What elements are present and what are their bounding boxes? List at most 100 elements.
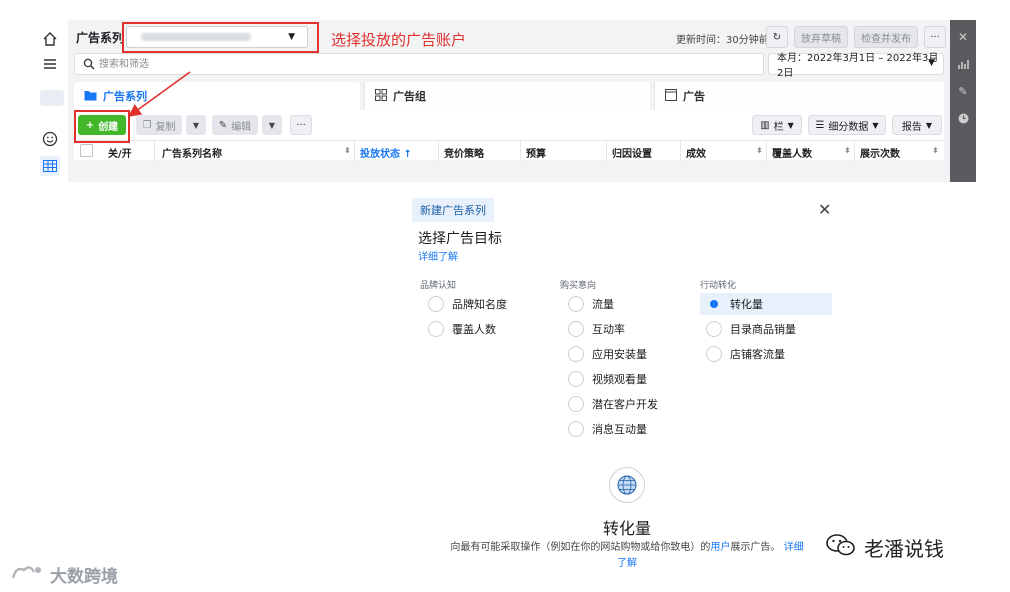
objective-store-traffic[interactable]: 店铺客流量 bbox=[700, 343, 832, 365]
column-divider bbox=[438, 141, 439, 161]
dialog-title: 选择广告目标 bbox=[418, 231, 502, 247]
dialog-tag: 新建广告系列 bbox=[412, 198, 494, 222]
create-button[interactable]: + 创建 bbox=[78, 115, 126, 135]
tab-adsets[interactable]: 广告组 bbox=[364, 82, 650, 110]
folder-icon bbox=[84, 89, 97, 104]
users-link[interactable]: 用户 bbox=[710, 542, 730, 553]
new-campaign-dialog: 新建广告系列 ✕ 选择广告目标 详细了解 品牌认知 购买意向 行动转化 品牌知名… bbox=[410, 195, 840, 575]
grid-icon bbox=[375, 88, 387, 104]
col-toggle[interactable]: 关/开 bbox=[108, 145, 132, 160]
refresh-button[interactable]: ↻ bbox=[766, 26, 788, 48]
radio-button[interactable] bbox=[568, 396, 584, 412]
col-results[interactable]: 成效 bbox=[686, 145, 706, 160]
columns-button[interactable]: ▥ 栏 ▼ bbox=[752, 115, 802, 135]
radio-button[interactable] bbox=[568, 346, 584, 362]
col-budget[interactable]: 预算 bbox=[526, 145, 546, 160]
objective-reach[interactable]: 覆盖人数 bbox=[422, 318, 550, 340]
tab-campaigns[interactable]: 广告系列 bbox=[74, 82, 360, 110]
edit-label: 编辑 bbox=[231, 121, 252, 133]
col-bid-strategy[interactable]: 竞价策略 bbox=[444, 145, 484, 160]
pencil-icon[interactable]: ✎ bbox=[957, 85, 969, 98]
option-label: 视频观看量 bbox=[592, 373, 647, 386]
discard-draft-button[interactable]: 放弃草稿 bbox=[794, 26, 848, 48]
col-attribution[interactable]: 归因设置 bbox=[612, 145, 652, 160]
radio-button[interactable] bbox=[568, 321, 584, 337]
copy-button[interactable]: ❐ 复制 bbox=[136, 115, 182, 135]
copy-dropdown-button[interactable]: ▼ bbox=[186, 115, 206, 135]
watermark-left: 大数跨境 bbox=[10, 562, 118, 587]
clock-icon[interactable] bbox=[957, 112, 969, 124]
radio-button[interactable] bbox=[568, 421, 584, 437]
blurred-avatar bbox=[40, 90, 64, 106]
objective-engagement[interactable]: 互动率 bbox=[562, 318, 690, 340]
wechat-icon bbox=[826, 533, 856, 562]
date-range-label: 本月：2022年3月1日 – 2022年3月2日 bbox=[777, 53, 939, 79]
objective-app-installs[interactable]: 应用安装量 bbox=[562, 343, 690, 365]
close-icon[interactable]: ✕ bbox=[818, 200, 831, 219]
objective-conversions[interactable]: 转化量 bbox=[700, 293, 832, 315]
edit-button[interactable]: ✎ 编辑 bbox=[212, 115, 258, 135]
table-icon[interactable] bbox=[40, 156, 60, 176]
radio-button[interactable] bbox=[706, 321, 722, 337]
breakdown-button[interactable]: ☰ 细分数据 ▼ bbox=[808, 115, 886, 135]
objective-lead-generation[interactable]: 潜在客户开发 bbox=[562, 393, 690, 415]
annotation-text: 选择投放的广告账户 bbox=[331, 31, 467, 49]
more-actions-button[interactable]: ··· bbox=[290, 115, 312, 135]
copy-icon: ❐ bbox=[142, 119, 152, 131]
bar-chart-icon[interactable] bbox=[957, 58, 969, 70]
col-campaign-name[interactable]: 广告系列名称 bbox=[162, 145, 222, 160]
objective-detail-description: 向最有可能采取操作（例如在你的网站购物或给你致电）的用户展示广告。 详细了解 bbox=[450, 540, 804, 572]
radio-button[interactable] bbox=[706, 346, 722, 362]
column-divider bbox=[766, 141, 767, 161]
search-bar[interactable] bbox=[74, 53, 764, 75]
account-select[interactable]: ▼ bbox=[126, 26, 308, 48]
radio-button-selected[interactable] bbox=[706, 296, 722, 312]
group-label-conversion: 行动转化 bbox=[700, 281, 737, 291]
more-button[interactable]: ··· bbox=[924, 26, 946, 48]
search-icon bbox=[83, 58, 95, 73]
caret-down-icon: ▼ bbox=[288, 32, 295, 42]
objective-catalog-sales[interactable]: 目录商品销量 bbox=[700, 318, 832, 340]
option-label: 转化量 bbox=[730, 298, 763, 311]
objective-brand-awareness[interactable]: 品牌知名度 bbox=[422, 293, 550, 315]
ad-icon bbox=[665, 88, 677, 104]
action-toolbar: + 创建 ❐ 复制 ▼ ✎ 编辑 ▼ ··· ▥ 栏 ▼ ☰ 细分数据 ▼ 报告 bbox=[74, 110, 944, 140]
edit-dropdown-button[interactable]: ▼ bbox=[262, 115, 282, 135]
objective-video-views[interactable]: 视频观看量 bbox=[562, 368, 690, 390]
radio-button[interactable] bbox=[568, 371, 584, 387]
caret-down-icon: ▼ bbox=[925, 120, 933, 130]
date-range-picker[interactable]: 本月：2022年3月1日 – 2022年3月2日 ▼ bbox=[768, 53, 944, 79]
objective-detail-title: 转化量 bbox=[602, 519, 651, 538]
table-header: 关/开 广告系列名称 ⬍ 投放状态 ↑ 竞价策略 预算 归因设置 成效 ⬍ 覆盖… bbox=[74, 140, 944, 161]
option-label: 品牌知名度 bbox=[452, 298, 507, 311]
copy-label: 复制 bbox=[155, 121, 176, 133]
columns-icon: ▥ bbox=[760, 119, 770, 131]
select-all-checkbox[interactable] bbox=[80, 144, 93, 157]
objective-messages[interactable]: 消息互动量 bbox=[562, 418, 690, 440]
search-input[interactable] bbox=[99, 57, 699, 71]
sort-icon: ⬍ bbox=[844, 146, 851, 155]
radio-button[interactable] bbox=[568, 296, 584, 312]
radio-button[interactable] bbox=[428, 321, 444, 337]
col-impressions[interactable]: 展示次数 bbox=[860, 145, 900, 160]
radio-button[interactable] bbox=[428, 296, 444, 312]
learn-more-link[interactable]: 详细了解 bbox=[418, 248, 458, 263]
report-button[interactable]: 报告 ▼ bbox=[892, 115, 942, 135]
group-label-awareness: 品牌认知 bbox=[420, 281, 457, 291]
columns-label: 栏 bbox=[773, 121, 784, 133]
review-publish-button[interactable]: 检查并发布 bbox=[854, 26, 918, 48]
watermark-left-text: 大数跨境 bbox=[50, 567, 118, 587]
page-title: 广告系列 bbox=[76, 31, 125, 45]
menu-icon[interactable] bbox=[40, 54, 60, 74]
tab-ads[interactable]: 广告 bbox=[654, 82, 944, 110]
objective-traffic[interactable]: 流量 bbox=[562, 293, 690, 315]
col-delivery[interactable]: 投放状态 ↑ bbox=[360, 145, 412, 160]
caret-down-icon: ▼ bbox=[928, 58, 935, 68]
home-icon[interactable] bbox=[40, 29, 60, 49]
smiley-icon[interactable] bbox=[40, 129, 60, 149]
sort-icon: ⬍ bbox=[932, 146, 939, 155]
close-icon[interactable]: ✕ bbox=[957, 30, 969, 44]
watermark-logo-icon bbox=[10, 562, 44, 587]
column-divider bbox=[354, 141, 355, 161]
col-reach[interactable]: 覆盖人数 bbox=[772, 145, 812, 160]
